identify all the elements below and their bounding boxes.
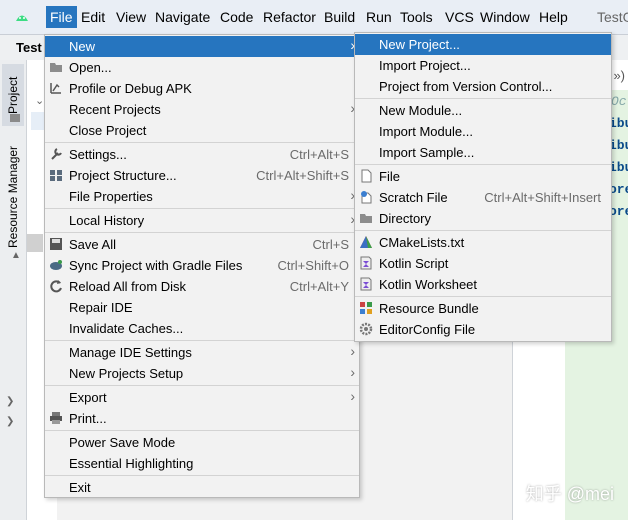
menu-separator bbox=[355, 230, 611, 231]
chevron-right-icon: › bbox=[350, 343, 355, 359]
resource-manager-label: Resource Manager bbox=[6, 145, 20, 248]
menu-item-new-project[interactable]: New Project... bbox=[355, 34, 611, 55]
kotlin-worksheet-icon bbox=[360, 277, 372, 291]
menu-item-sync-gradle[interactable]: Sync Project with Gradle Files Ctrl+Shif… bbox=[45, 255, 359, 276]
menu-separator bbox=[45, 142, 359, 143]
menu-item-print[interactable]: Print... bbox=[45, 408, 359, 429]
menu-item-manage-ide-settings[interactable]: Manage IDE Settings › bbox=[45, 342, 359, 363]
menu-separator bbox=[355, 296, 611, 297]
debug-apk-icon bbox=[50, 83, 61, 94]
code-line: Oct bbox=[611, 94, 628, 109]
menu-separator bbox=[45, 385, 359, 386]
menu-item-kotlin-script[interactable]: Kotlin Script bbox=[355, 253, 611, 274]
menu-item-import-module[interactable]: Import Module... bbox=[355, 121, 611, 142]
menu-item-recent-projects[interactable]: Recent Projects › bbox=[45, 99, 359, 120]
menu-item-new-module[interactable]: New Module... bbox=[355, 100, 611, 121]
tool-window-strip: Project Resource Manager ▲ ❯ ❯ bbox=[0, 60, 27, 520]
cmake-icon bbox=[360, 236, 372, 248]
menu-run[interactable]: Run bbox=[366, 9, 392, 25]
file-icon bbox=[361, 169, 372, 183]
menu-separator bbox=[355, 164, 611, 165]
menu-refactor[interactable]: Refactor bbox=[263, 9, 316, 25]
file-menu: New › Open... Profile or Debug APK Recen… bbox=[44, 34, 360, 498]
menu-item-power-save-mode[interactable]: Power Save Mode bbox=[45, 432, 359, 453]
menu-item-file[interactable]: File bbox=[355, 166, 611, 187]
menu-item-new-projects-setup[interactable]: New Projects Setup › bbox=[45, 363, 359, 384]
menu-item-reload-from-disk[interactable]: Reload All from Disk Ctrl+Alt+Y bbox=[45, 276, 359, 297]
menu-separator bbox=[45, 430, 359, 431]
resource-bundle-icon bbox=[360, 302, 372, 314]
scratch-file-icon bbox=[361, 191, 372, 204]
project-structure-icon bbox=[50, 170, 62, 181]
menu-edit[interactable]: Edit bbox=[81, 9, 105, 25]
menu-item-open[interactable]: Open... bbox=[45, 57, 359, 78]
project-name: Test bbox=[16, 40, 42, 55]
menu-item-essential-highlighting[interactable]: Essential Highlighting bbox=[45, 453, 359, 474]
menu-item-scratch-file[interactable]: Scratch File Ctrl+Alt+Shift+Insert bbox=[355, 187, 611, 208]
wrench-icon bbox=[51, 148, 62, 160]
menu-separator bbox=[45, 208, 359, 209]
chevron-down-icon[interactable]: ⌄ bbox=[35, 94, 44, 107]
menu-view[interactable]: View bbox=[116, 9, 146, 25]
new-submenu: New Project... Import Project... Project… bbox=[354, 32, 612, 342]
android-studio-icon bbox=[16, 15, 28, 21]
project-tool-label: Project bbox=[6, 76, 20, 114]
menu-item-settings[interactable]: Settings... Ctrl+Alt+S bbox=[45, 144, 359, 165]
menu-tools[interactable]: Tools bbox=[400, 9, 433, 25]
menu-item-exit[interactable]: Exit bbox=[45, 477, 359, 498]
tree-row[interactable] bbox=[27, 234, 43, 252]
menu-item-import-project[interactable]: Import Project... bbox=[355, 55, 611, 76]
gradle-sync-icon bbox=[50, 260, 62, 270]
chevron-right-icon: › bbox=[350, 388, 355, 404]
menu-item-new[interactable]: New › bbox=[45, 36, 359, 57]
menu-item-profile-debug-apk[interactable]: Profile or Debug APK bbox=[45, 78, 359, 99]
menu-item-project-from-vcs[interactable]: Project from Version Control... bbox=[355, 76, 611, 97]
menu-separator bbox=[45, 232, 359, 233]
menu-navigate[interactable]: Navigate bbox=[155, 9, 210, 25]
expand-arrow-icon[interactable]: ❯ bbox=[6, 396, 14, 407]
watermark: 知乎 @mei bbox=[525, 484, 614, 504]
menu-item-directory[interactable]: Directory bbox=[355, 208, 611, 229]
menu-item-export[interactable]: Export › bbox=[45, 387, 359, 408]
reload-icon bbox=[50, 280, 62, 293]
resource-icon: ▲ bbox=[11, 250, 21, 261]
menu-item-local-history[interactable]: Local History › bbox=[45, 210, 359, 231]
folder-icon bbox=[10, 114, 20, 122]
menu-separator bbox=[45, 340, 359, 341]
menu-bar: File Edit View Navigate Code Refactor Bu… bbox=[0, 0, 628, 35]
menu-window[interactable]: Window bbox=[480, 9, 530, 25]
expand-arrow-icon[interactable]: ❯ bbox=[6, 416, 14, 427]
menu-item-file-properties[interactable]: File Properties › bbox=[45, 186, 359, 207]
menu-item-invalidate-caches[interactable]: Invalidate Caches... bbox=[45, 318, 359, 339]
kotlin-script-icon bbox=[360, 256, 372, 270]
chevron-right-icon: › bbox=[350, 364, 355, 380]
save-icon bbox=[50, 238, 62, 250]
menu-item-resource-bundle[interactable]: Resource Bundle bbox=[355, 298, 611, 319]
menu-item-cmakelists[interactable]: CMakeLists.txt bbox=[355, 232, 611, 253]
menu-help[interactable]: Help bbox=[539, 9, 568, 25]
window-title: TestG bbox=[597, 9, 628, 25]
menu-item-repair-ide[interactable]: Repair IDE bbox=[45, 297, 359, 318]
menu-separator bbox=[355, 98, 611, 99]
menu-vcs[interactable]: VCS bbox=[445, 9, 474, 25]
menu-item-close-project[interactable]: Close Project bbox=[45, 120, 359, 141]
menu-item-kotlin-worksheet[interactable]: Kotlin Worksheet bbox=[355, 274, 611, 295]
menu-item-save-all[interactable]: Save All Ctrl+S bbox=[45, 234, 359, 255]
menu-item-editorconfig-file[interactable]: EditorConfig File bbox=[355, 319, 611, 340]
gear-icon bbox=[359, 322, 373, 336]
printer-icon bbox=[50, 412, 62, 424]
menu-file[interactable]: File bbox=[46, 6, 77, 28]
menu-item-import-sample[interactable]: Import Sample... bbox=[355, 142, 611, 163]
folder-icon bbox=[360, 214, 372, 223]
menu-build[interactable]: Build bbox=[324, 9, 355, 25]
editor-tab-overflow[interactable]: ») bbox=[613, 68, 625, 83]
folder-icon bbox=[50, 63, 62, 72]
resource-manager-tool-tab[interactable]: Resource Manager bbox=[2, 144, 24, 254]
menu-separator bbox=[45, 475, 359, 476]
menu-code[interactable]: Code bbox=[220, 9, 253, 25]
menu-item-project-structure[interactable]: Project Structure... Ctrl+Alt+Shift+S bbox=[45, 165, 359, 186]
